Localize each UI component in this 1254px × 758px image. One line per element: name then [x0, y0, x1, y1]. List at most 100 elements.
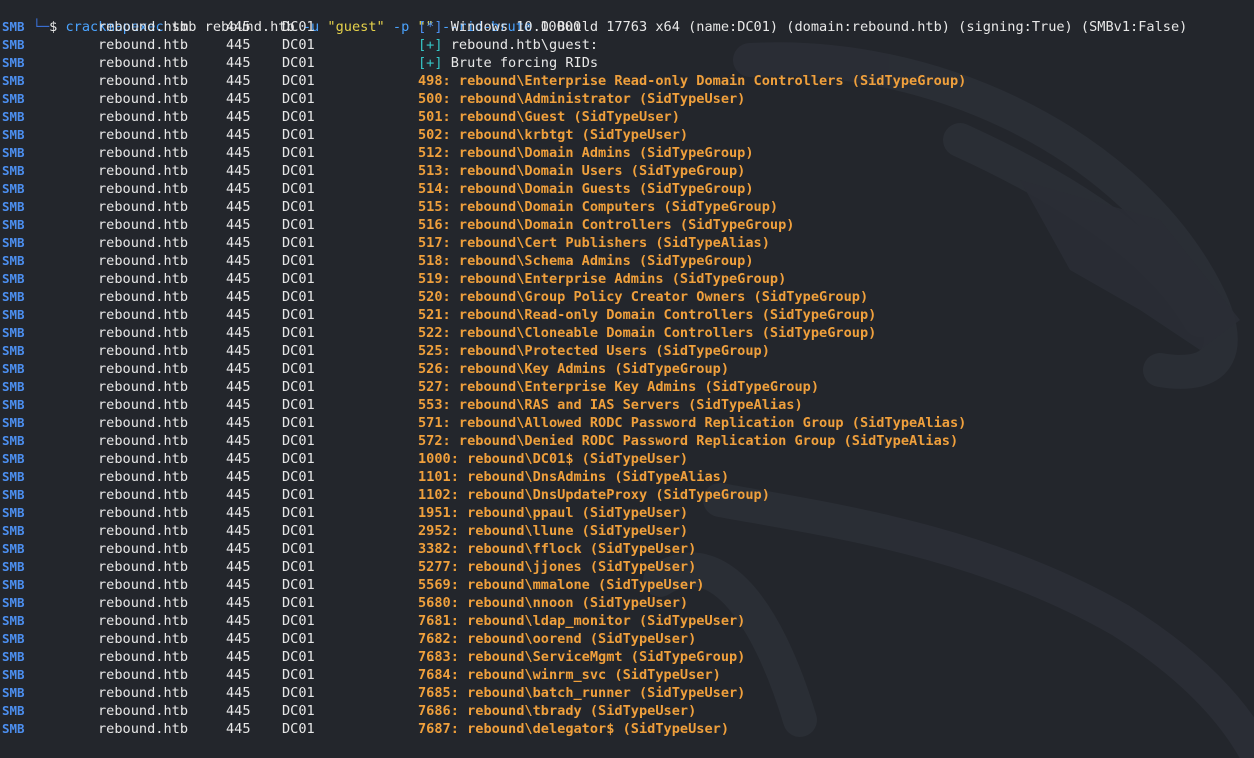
netbios-name-label: DC01	[282, 73, 315, 89]
rid-entry: 5277: rebound\jjones (SidTypeUser)	[418, 559, 697, 575]
port-label: 445	[226, 235, 251, 251]
host-label: rebound.htb	[98, 721, 189, 737]
port-label: 445	[226, 649, 251, 665]
rid-entry: 1101: rebound\DnsAdmins (SidTypeAlias)	[418, 469, 729, 485]
netbios-name-label: DC01	[282, 397, 315, 413]
protocol-label: SMB	[2, 595, 25, 610]
host-label: rebound.htb	[98, 613, 189, 629]
protocol-label: SMB	[2, 415, 25, 430]
port-label: 445	[226, 73, 251, 89]
info-text: rebound.htb\guest:	[442, 37, 599, 53]
output-message: 501: rebound\Guest (SidTypeUser)	[418, 108, 680, 126]
netbios-name-label: DC01	[282, 487, 315, 503]
rid-entry: 525: rebound\Protected Users (SidTypeGro…	[418, 343, 770, 359]
protocol-label: SMB	[2, 523, 25, 538]
netbios-name-label: DC01	[282, 55, 315, 71]
netbios-name-label: DC01	[282, 289, 315, 305]
protocol-label: SMB	[2, 271, 25, 286]
protocol-label: SMB	[2, 145, 25, 160]
host-label: rebound.htb	[98, 109, 189, 125]
output-message: 2952: rebound\llune (SidTypeUser)	[418, 522, 688, 540]
rid-entry: 1951: rebound\ppaul (SidTypeUser)	[418, 505, 689, 521]
output-message: 512: rebound\Domain Admins (SidTypeGroup…	[418, 144, 754, 162]
output-message: 1102: rebound\DnsUpdateProxy (SidTypeGro…	[418, 486, 770, 504]
host-label: rebound.htb	[98, 199, 189, 215]
output-message: 527: rebound\Enterprise Key Admins (SidT…	[418, 378, 819, 396]
rid-entry: 501: rebound\Guest (SidTypeUser)	[418, 109, 680, 125]
host-label: rebound.htb	[98, 397, 189, 413]
output-message: 516: rebound\Domain Controllers (SidType…	[418, 216, 794, 234]
host-label: rebound.htb	[98, 253, 189, 269]
status-tag: [+]	[418, 37, 443, 53]
port-label: 445	[226, 685, 251, 701]
host-label: rebound.htb	[98, 37, 189, 53]
protocol-label: SMB	[2, 559, 25, 574]
output-message: 522: rebound\Cloneable Domain Controller…	[418, 324, 876, 342]
output-message: 526: rebound\Key Admins (SidTypeGroup)	[418, 360, 729, 378]
protocol-label: SMB	[2, 19, 25, 34]
rid-entry: 526: rebound\Key Admins (SidTypeGroup)	[418, 361, 729, 377]
rid-entry: 7682: rebound\oorend (SidTypeUser)	[418, 631, 697, 647]
protocol-label: SMB	[2, 37, 25, 52]
protocol-label: SMB	[2, 91, 25, 106]
output-message: 7684: rebound\winrm_svc (SidTypeUser)	[418, 666, 721, 684]
netbios-name-label: DC01	[282, 19, 315, 35]
output-message: 7681: rebound\ldap_monitor (SidTypeUser)	[418, 612, 745, 630]
port-label: 445	[226, 379, 251, 395]
terminal-window[interactable]: └─$ crackmapexec smb rebound.htb -u "gue…	[0, 0, 1254, 758]
host-label: rebound.htb	[98, 325, 189, 341]
protocol-label: SMB	[2, 289, 25, 304]
host-label: rebound.htb	[98, 55, 189, 71]
netbios-name-label: DC01	[282, 703, 315, 719]
protocol-label: SMB	[2, 433, 25, 448]
protocol-label: SMB	[2, 541, 25, 556]
host-label: rebound.htb	[98, 541, 189, 557]
host-label: rebound.htb	[98, 91, 189, 107]
netbios-name-label: DC01	[282, 163, 315, 179]
protocol-label: SMB	[2, 127, 25, 142]
rid-entry: 516: rebound\Domain Controllers (SidType…	[418, 217, 795, 233]
netbios-name-label: DC01	[282, 271, 315, 287]
command-arg-plain	[385, 19, 393, 35]
port-label: 445	[226, 307, 251, 323]
rid-entry: 498: rebound\Enterprise Read-only Domain…	[418, 73, 967, 89]
output-message: 3382: rebound\fflock (SidTypeUser)	[418, 540, 696, 558]
netbios-name-label: DC01	[282, 721, 315, 737]
host-label: rebound.htb	[98, 271, 189, 287]
host-label: rebound.htb	[98, 667, 189, 683]
rid-entry: 7687: rebound\delegator$ (SidTypeUser)	[418, 721, 729, 737]
rid-entry: 571: rebound\Allowed RODC Password Repli…	[418, 415, 967, 431]
command-prompt-line: └─$ crackmapexec smb rebound.htb -u "gue…	[0, 0, 581, 35]
host-label: rebound.htb	[98, 343, 189, 359]
rid-entry: 7685: rebound\batch_runner (SidTypeUser)	[418, 685, 746, 701]
protocol-label: SMB	[2, 181, 25, 196]
host-label: rebound.htb	[98, 307, 189, 323]
port-label: 445	[226, 199, 251, 215]
output-message: 7686: rebound\tbrady (SidTypeUser)	[418, 702, 696, 720]
host-label: rebound.htb	[98, 145, 189, 161]
netbios-name-label: DC01	[282, 127, 315, 143]
output-message: 7687: rebound\delegator$ (SidTypeUser)	[418, 720, 729, 738]
output-message: 1951: rebound\ppaul (SidTypeUser)	[418, 504, 688, 522]
output-message: 553: rebound\RAS and IAS Servers (SidTyp…	[418, 396, 803, 414]
protocol-label: SMB	[2, 667, 25, 682]
port-label: 445	[226, 505, 251, 521]
command-arg-str: "guest"	[327, 19, 385, 35]
output-message: 500: rebound\Administrator (SidTypeUser)	[418, 90, 745, 108]
rid-entry: 1000: rebound\DC01$ (SidTypeUser)	[418, 451, 689, 467]
rid-entry: 520: rebound\Group Policy Creator Owners…	[418, 289, 869, 305]
port-label: 445	[226, 163, 251, 179]
port-label: 445	[226, 289, 251, 305]
port-label: 445	[226, 415, 251, 431]
output-message: 502: rebound\krbtgt (SidTypeUser)	[418, 126, 688, 144]
netbios-name-label: DC01	[282, 307, 315, 323]
output-message: 5569: rebound\mmalone (SidTypeUser)	[418, 576, 704, 594]
host-label: rebound.htb	[98, 235, 189, 251]
protocol-label: SMB	[2, 307, 25, 322]
host-label: rebound.htb	[98, 433, 189, 449]
port-label: 445	[226, 181, 251, 197]
output-message: 518: rebound\Schema Admins (SidTypeGroup…	[418, 252, 754, 270]
port-label: 445	[226, 325, 251, 341]
host-label: rebound.htb	[98, 577, 189, 593]
port-label: 445	[226, 217, 251, 233]
